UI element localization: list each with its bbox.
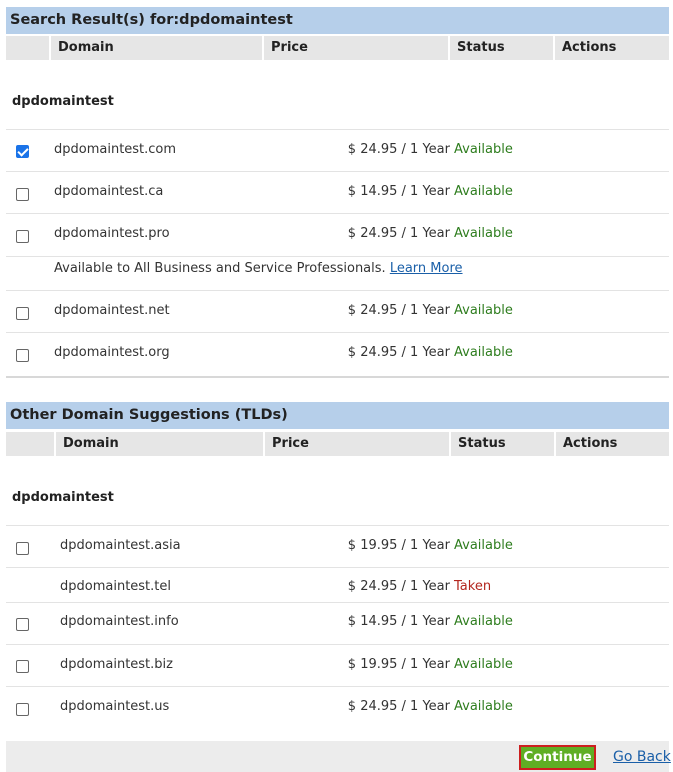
status-label: Available [454,699,513,714]
domain-column-header: Domain [51,36,262,60]
status-label: Available [454,614,513,629]
other-suggestions-header: Other Domain Suggestions (TLDs) [6,402,669,429]
table-row: dpdomaintest.info $ 14.95 / 1 Year Avail… [6,602,669,644]
select-checkbox[interactable] [16,703,29,716]
domain-name: dpdomaintest.us [60,699,170,714]
table-row: dpdomaintest.us $ 24.95 / 1 Year Availab… [6,686,669,729]
select-checkbox[interactable] [16,230,29,243]
select-checkbox[interactable] [16,188,29,201]
learn-more-link[interactable]: Learn More [390,261,463,276]
status-label: Available [454,142,513,157]
price-column-header: Price [264,36,448,60]
checkbox-column-header [6,36,49,60]
domain-name: dpdomaintest.com [54,142,177,157]
table-row: dpdomaintest.pro $ 24.95 / 1 Year Availa… [6,213,669,256]
domain-price: $ 24.95 / 1 Year [347,579,450,594]
pro-note-text: Available to All Business and Service Pr… [54,261,386,276]
domain-name: dpdomaintest.net [54,303,170,318]
table-row: dpdomaintest.biz $ 19.95 / 1 Year Availa… [6,644,669,686]
group-label: dpdomaintest [12,490,114,505]
select-checkbox[interactable] [16,349,29,362]
domain-price: $ 24.95 / 1 Year [347,226,450,241]
domain-name: dpdomaintest.tel [60,579,171,594]
domain-name: dpdomaintest.info [60,614,179,629]
domain-price: $ 19.95 / 1 Year [347,538,450,553]
actions-column-header: Actions [556,432,669,456]
domain-name: dpdomaintest.pro [54,226,170,241]
table-row: dpdomaintest.org $ 24.95 / 1 Year Availa… [6,332,669,375]
continue-button[interactable]: Continue [519,745,596,770]
select-checkbox[interactable] [16,618,29,631]
status-label: Taken [454,579,492,594]
domain-column-header: Domain [56,432,263,456]
table-row: dpdomaintest.asia $ 19.95 / 1 Year Avail… [6,525,669,567]
actions-column-header: Actions [555,36,669,60]
domain-price: $ 14.95 / 1 Year [347,614,450,629]
status-label: Available [454,657,513,672]
status-label: Available [454,345,513,360]
select-checkbox[interactable] [16,307,29,320]
table-row: dpdomaintest.tel $ 24.95 / 1 Year Taken [6,567,669,602]
pro-note-row: Available to All Business and Service Pr… [6,256,669,290]
go-back-link[interactable]: Go Back [613,749,671,765]
domain-name: dpdomaintest.ca [54,184,164,199]
domain-price: $ 24.95 / 1 Year [347,345,450,360]
group-label: dpdomaintest [12,94,114,109]
status-label: Available [454,538,513,553]
select-checkbox[interactable] [16,145,29,158]
select-checkbox[interactable] [16,660,29,673]
domain-price: $ 24.95 / 1 Year [347,142,450,157]
status-label: Available [454,303,513,318]
domain-price: $ 24.95 / 1 Year [347,699,450,714]
continue-button-label: Continue [521,747,594,768]
price-column-header: Price [265,432,449,456]
select-checkbox[interactable] [16,542,29,555]
status-label: Available [454,226,513,241]
domain-name: dpdomaintest.org [54,345,170,360]
table-row: dpdomaintest.ca $ 14.95 / 1 Year Availab… [6,171,669,213]
domain-price: $ 14.95 / 1 Year [347,184,450,199]
table-row: dpdomaintest.com $ 24.95 / 1 Year Availa… [6,129,669,171]
table-row: dpdomaintest.net $ 24.95 / 1 Year Availa… [6,290,669,332]
pro-note: Available to All Business and Service Pr… [54,261,463,276]
domain-price: $ 24.95 / 1 Year [347,303,450,318]
status-column-header: Status [451,432,554,456]
checkbox-column-header [6,432,54,456]
status-label: Available [454,184,513,199]
section-divider [6,376,669,378]
domain-name: dpdomaintest.biz [60,657,173,672]
domain-price: $ 19.95 / 1 Year [347,657,450,672]
status-column-header: Status [450,36,553,60]
search-results-header: Search Result(s) for:dpdomaintest [6,7,669,34]
domain-name: dpdomaintest.asia [60,538,181,553]
